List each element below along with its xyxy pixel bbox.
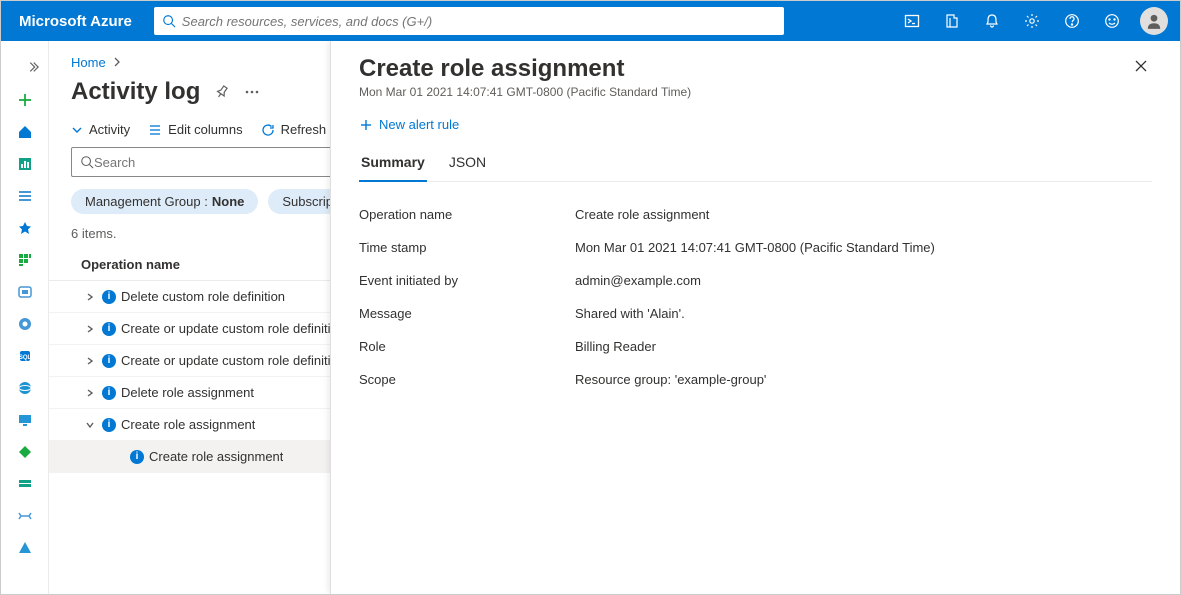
detail-row: ScopeResource group: 'example-group': [359, 363, 1152, 396]
detail-value: Create role assignment: [575, 207, 1152, 222]
chevron-right-icon[interactable]: [81, 324, 99, 334]
page-title: Activity log: [71, 78, 200, 106]
detail-value: Shared with 'Alain'.: [575, 306, 1152, 321]
notifications-button[interactable]: [972, 1, 1012, 41]
nav-home[interactable]: [1, 117, 49, 147]
nav-virtual-network[interactable]: [1, 501, 49, 531]
detail-list: Operation nameCreate role assignmentTime…: [359, 182, 1152, 396]
info-icon: i: [99, 290, 119, 304]
directories-button[interactable]: [932, 1, 972, 41]
nav-sql[interactable]: SQL: [1, 341, 49, 371]
close-button[interactable]: [1130, 55, 1152, 80]
settings-button[interactable]: [1012, 1, 1052, 41]
detail-row: Event initiated byadmin@example.com: [359, 264, 1152, 297]
edit-columns-button[interactable]: Edit columns: [148, 122, 242, 137]
operation-label: Create role assignment: [149, 449, 283, 464]
detail-label: Time stamp: [359, 240, 575, 255]
detail-row: MessageShared with 'Alain'.: [359, 297, 1152, 330]
info-icon: i: [99, 322, 119, 336]
info-icon: i: [99, 386, 119, 400]
info-icon: i: [99, 354, 119, 368]
svg-text:SQL: SQL: [18, 355, 31, 361]
detail-label: Scope: [359, 372, 575, 387]
activity-label: Activity: [89, 122, 130, 137]
blade-tabs: Summary JSON: [359, 146, 1152, 182]
nav-favorites[interactable]: [1, 213, 49, 243]
nav-all-resources[interactable]: [1, 245, 49, 275]
detail-row: RoleBilling Reader: [359, 330, 1152, 363]
new-alert-label: New alert rule: [379, 117, 459, 132]
top-header: Microsoft Azure: [1, 1, 1180, 41]
filter-management-group[interactable]: Management Group : None: [71, 189, 258, 214]
info-icon: i: [99, 418, 119, 432]
edit-columns-label: Edit columns: [168, 122, 242, 137]
nav-create[interactable]: [1, 85, 49, 115]
search-icon: [162, 14, 176, 28]
global-search[interactable]: [154, 7, 784, 35]
operation-label: Delete custom role definition: [121, 289, 285, 304]
detail-label: Event initiated by: [359, 273, 575, 288]
user-avatar[interactable]: [1140, 7, 1168, 35]
feedback-button[interactable]: [1092, 1, 1132, 41]
chevron-down-icon[interactable]: [81, 420, 99, 430]
pin-button[interactable]: [214, 84, 230, 100]
activity-dropdown[interactable]: Activity: [71, 122, 130, 137]
breadcrumb-home[interactable]: Home: [71, 55, 106, 70]
operation-label: Create or update custom role definition: [121, 353, 345, 368]
operation-label: Create role assignment: [121, 417, 255, 432]
nav-vm[interactable]: [1, 405, 49, 435]
nav-all-services[interactable]: [1, 181, 49, 211]
detail-blade: Create role assignment Mon Mar 01 2021 1…: [330, 41, 1180, 594]
main-content: Home Activity log Activity: [49, 41, 1180, 594]
detail-row: Time stampMon Mar 01 2021 14:07:41 GMT-0…: [359, 231, 1152, 264]
global-search-input[interactable]: [182, 14, 776, 29]
tab-json[interactable]: JSON: [447, 146, 488, 181]
detail-value: Mon Mar 01 2021 14:07:41 GMT-0800 (Pacif…: [575, 240, 1152, 255]
plus-icon: [359, 118, 373, 132]
refresh-button[interactable]: Refresh: [261, 122, 327, 137]
detail-value: admin@example.com: [575, 273, 1152, 288]
chevron-right-icon[interactable]: [81, 388, 99, 398]
nav-cosmos[interactable]: [1, 373, 49, 403]
nav-load-balancer[interactable]: [1, 437, 49, 467]
help-button[interactable]: [1052, 1, 1092, 41]
chevron-right-icon[interactable]: [81, 292, 99, 302]
detail-value: Resource group: 'example-group': [575, 372, 1152, 387]
detail-label: Message: [359, 306, 575, 321]
search-icon: [80, 155, 94, 169]
detail-row: Operation nameCreate role assignment: [359, 198, 1152, 231]
cloud-shell-button[interactable]: [892, 1, 932, 41]
tab-summary[interactable]: Summary: [359, 146, 427, 182]
detail-label: Operation name: [359, 207, 575, 222]
nav-azure-ad[interactable]: [1, 533, 49, 563]
chevron-down-icon: [71, 124, 83, 136]
columns-icon: [148, 123, 162, 137]
nav-resource-groups[interactable]: [1, 277, 49, 307]
nav-storage[interactable]: [1, 469, 49, 499]
detail-value: Billing Reader: [575, 339, 1152, 354]
left-nav: SQL: [1, 41, 49, 594]
filter-mg-value: None: [212, 194, 245, 209]
refresh-label: Refresh: [281, 122, 327, 137]
refresh-icon: [261, 123, 275, 137]
blade-subtitle: Mon Mar 01 2021 14:07:41 GMT-0800 (Pacif…: [359, 85, 1130, 99]
chevron-right-icon: [112, 55, 122, 70]
close-icon: [1134, 59, 1148, 73]
info-icon: i: [127, 450, 147, 464]
brand-label: Microsoft Azure: [1, 13, 150, 30]
filter-mg-label: Management Group :: [85, 194, 208, 209]
blade-title: Create role assignment: [359, 55, 1130, 83]
new-alert-rule-button[interactable]: New alert rule: [359, 117, 1152, 132]
detail-label: Role: [359, 339, 575, 354]
nav-app-services[interactable]: [1, 309, 49, 339]
nav-dashboard[interactable]: [1, 149, 49, 179]
chevron-right-icon[interactable]: [81, 356, 99, 366]
top-icon-bar: [892, 1, 1180, 41]
operation-label: Delete role assignment: [121, 385, 254, 400]
operation-label: Create or update custom role definition: [121, 321, 345, 336]
more-button[interactable]: [244, 84, 260, 100]
nav-collapse-button[interactable]: [1, 51, 49, 83]
